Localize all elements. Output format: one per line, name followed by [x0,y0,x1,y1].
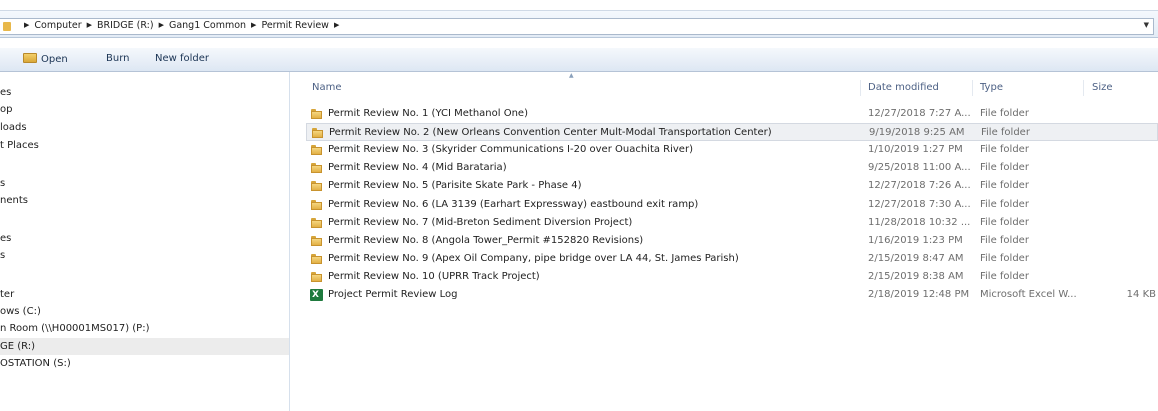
file-type: Microsoft Excel W... [980,289,1077,300]
column-header-type[interactable]: Type [980,82,1003,93]
table-row[interactable]: Permit Review No. 1 (YCI Methanol One) 12… [306,105,1158,123]
table-row[interactable]: Permit Review No. 4 (Mid Barataria) 9/25/… [306,159,1158,177]
sidebar-item[interactable]: es [0,230,289,247]
folder-icon [311,163,322,174]
folder-icon [311,235,322,246]
chevron-right-icon[interactable]: ▶ [24,21,29,29]
open-folder-icon [23,53,37,63]
address-bar: ▶ Computer ▶ BRIDGE (R:) ▶ Gang1 Common ▶ Permi… [0,10,1158,38]
sidebar-item[interactable]: ter [0,286,289,303]
sidebar-item[interactable]: t Places [0,137,289,154]
file-type: File folder [980,270,1029,282]
date-modified: 2/15/2019 8:38 AM [868,270,964,282]
file-name: Permit Review No. 1 (YCI Methanol One) [328,108,528,119]
folder-icon [312,128,323,139]
date-modified: 1/16/2019 1:23 PM [868,234,963,246]
column-divider[interactable] [972,80,973,96]
sidebar-item[interactable]: n Room (\\H00001MS017) (P:) [0,320,289,337]
column-header-date-modified[interactable]: Date modified [868,82,939,93]
sidebar-item[interactable]: ows (C:) [0,303,289,320]
file-name: Permit Review No. 7 (Mid-Breton Sediment… [328,216,633,228]
date-modified: 12/27/2018 7:26 A... [868,180,971,192]
table-row[interactable]: Permit Review No. 5 (Parisite Skate Park… [306,177,1158,195]
chevron-right-icon[interactable]: ▶ [87,21,92,29]
chevron-right-icon[interactable]: ▶ [334,21,339,29]
folder-icon [311,181,322,192]
file-type: File folder [980,180,1029,192]
file-type: File folder [980,144,1029,156]
sidebar-item[interactable]: OSTATION (S:) [0,355,289,372]
sidebar-item[interactable]: loads [0,119,289,136]
column-divider[interactable] [1083,80,1084,96]
address-history-dropdown[interactable]: ▼ [1144,21,1149,29]
folder-icon [311,145,322,156]
sort-ascending-icon: ▲ [569,72,574,79]
folder-icon [311,271,322,282]
table-row[interactable]: Permit Review No. 10 (UPRR Track Project… [306,268,1158,286]
breadcrumb-item-permit-review[interactable]: Permit Review [261,20,329,31]
table-row[interactable]: Permit Review No. 8 (Angola Tower_Permit… [306,232,1158,250]
folder-icon [311,109,322,119]
folder-icon [311,217,322,228]
file-type: File folder [980,234,1029,246]
folder-icon [3,22,11,31]
sidebar-item[interactable]: s [0,247,289,264]
column-header-size[interactable]: Size [1092,82,1113,93]
date-modified: 12/27/2018 7:27 A... [868,108,971,119]
file-name: Permit Review No. 10 (UPRR Track Project… [328,270,540,282]
table-row[interactable]: Project Permit Review Log 2/18/2019 12:48… [306,286,1158,304]
breadcrumb-item-bridge-drive[interactable]: BRIDGE (R:) [97,20,154,31]
chevron-right-icon[interactable]: ▶ [159,21,164,29]
excel-file-icon [310,289,323,301]
sidebar-item[interactable]: nents [0,192,289,209]
breadcrumb: ▶ Computer ▶ BRIDGE (R:) ▶ Gang1 Common ▶ Permi… [19,20,344,31]
date-modified: 9/19/2018 9:25 AM [869,127,965,139]
file-name: Permit Review No. 5 (Parisite Skate Park… [328,180,582,192]
file-name: Permit Review No. 6 (LA 3139 (Earhart Ex… [328,198,699,210]
column-header-name[interactable]: Name [312,82,342,93]
table-row[interactable]: Permit Review No. 7 (Mid-Breton Sediment… [306,214,1158,232]
burn-button[interactable]: Burn [106,53,129,64]
table-row[interactable]: Permit Review No. 6 (LA 3139 (Earhart Ex… [306,196,1158,214]
file-type: File folder [981,127,1030,139]
new-folder-button[interactable]: New folder [155,53,209,64]
sidebar-item[interactable]: es [0,84,289,101]
folder-icon [311,199,322,210]
sidebar-item[interactable]: op [0,101,289,118]
sidebar-item[interactable]: GE (R:) [0,338,289,355]
sidebar-item[interactable]: s [0,175,289,192]
command-toolbar: Open Burn New folder [0,48,1158,72]
chevron-right-icon[interactable]: ▶ [251,21,256,29]
date-modified: 1/10/2019 1:27 PM [868,144,963,156]
navigation-pane: es op loads t Places s nents es s ter ows (C:) n R… [0,72,290,411]
date-modified: 9/25/2018 11:00 A... [868,162,971,174]
breadcrumb-item-computer[interactable]: Computer [34,20,81,31]
table-row[interactable]: Permit Review No. 2 (New Orleans Convent… [306,123,1158,142]
date-modified: 2/18/2019 12:48 PM [868,289,970,300]
file-type: File folder [980,252,1029,264]
file-type: File folder [980,162,1029,174]
file-name: Permit Review No. 8 (Angola Tower_Permit… [328,234,644,246]
open-button[interactable]: Open [23,53,68,65]
table-row[interactable]: Permit Review No. 9 (Apex Oil Company, p… [306,250,1158,268]
file-name: Permit Review No. 9 (Apex Oil Company, p… [328,252,739,264]
file-size: 14 KB [1126,289,1156,300]
table-row[interactable]: Permit Review No. 3 (Skyrider Communicat… [306,141,1158,159]
file-type: File folder [980,198,1029,210]
breadcrumb-item-gang1-common[interactable]: Gang1 Common [169,20,246,31]
file-name: Permit Review No. 4 (Mid Barataria) [328,162,507,174]
address-field[interactable]: ▶ Computer ▶ BRIDGE (R:) ▶ Gang1 Common ▶ Permi… [0,18,1154,35]
column-divider[interactable] [860,80,861,96]
date-modified: 12/27/2018 7:30 A... [868,198,971,210]
file-type: File folder [980,108,1029,119]
file-name: Project Permit Review Log [328,289,458,300]
open-button-label: Open [41,54,68,65]
folder-icon [311,253,322,264]
date-modified: 2/15/2019 8:47 AM [868,252,964,264]
file-name: Permit Review No. 3 (Skyrider Communicat… [328,144,693,156]
date-modified: 11/28/2018 10:32 ... [868,216,971,228]
file-list: ▲ Name Date modified Type Size Permit Re… [290,72,1158,411]
file-type: File folder [980,216,1029,228]
file-name: Permit Review No. 2 (New Orleans Convent… [329,127,772,139]
